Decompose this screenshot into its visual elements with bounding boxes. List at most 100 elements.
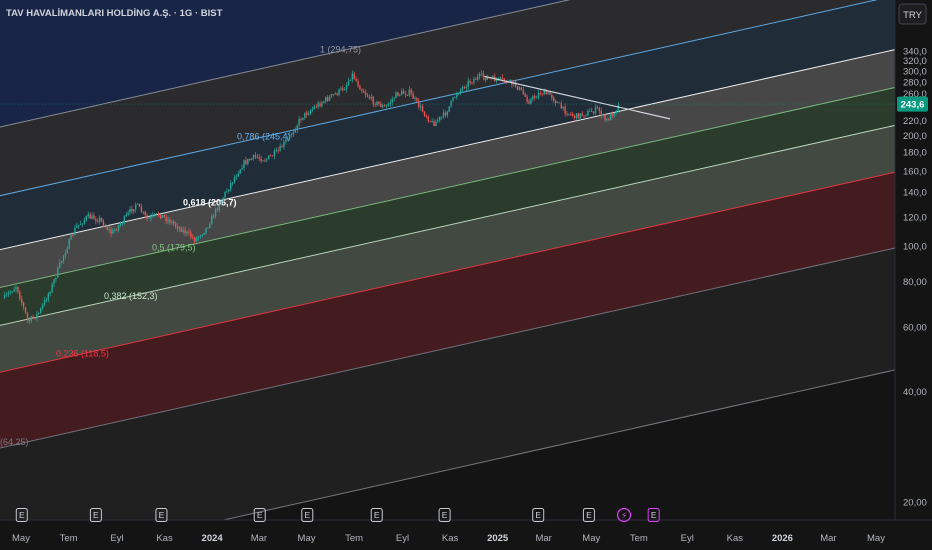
candle-body-179	[344, 89, 346, 91]
candle-body-45	[89, 214, 91, 219]
candle-body-43	[85, 216, 88, 220]
time-tick-3: Kas	[156, 533, 173, 544]
candle-body-19	[40, 308, 42, 313]
candle-body-51	[100, 217, 103, 221]
candle-body-99	[192, 237, 194, 239]
candle-body-40	[79, 223, 82, 225]
time-tick-5: Mar	[251, 533, 267, 544]
candle-body-154	[296, 125, 298, 130]
candle-body-115	[222, 197, 224, 201]
candle-body-177	[340, 88, 342, 90]
candle-body-173	[332, 94, 335, 95]
candle-body-189	[363, 91, 365, 93]
candle-body-262	[501, 77, 504, 79]
candle-body-290	[554, 100, 557, 103]
last-price-badge: 243,6	[897, 96, 928, 112]
candle-body-273	[522, 89, 525, 95]
time-tick-4: 2024	[202, 533, 224, 544]
candle-body-181	[347, 80, 350, 86]
candle-body-65	[127, 212, 129, 215]
candle-body-212	[406, 94, 409, 96]
candle-body-195	[374, 104, 376, 106]
fib-label-0: (64,25)	[0, 437, 29, 447]
candle-body-127	[245, 160, 247, 165]
candle-body-153	[294, 129, 297, 133]
candle-body-37	[74, 227, 76, 236]
candle-body-11	[24, 307, 27, 314]
candle-body-61	[119, 223, 122, 226]
candle-body-22	[45, 299, 48, 301]
candle-body-35	[70, 234, 72, 240]
event-earnings-label-2: E	[159, 510, 165, 520]
time-tick-17: Mar	[820, 533, 836, 544]
candle-body-242	[463, 87, 466, 88]
candle-body-284	[543, 90, 545, 95]
price-tick-280: 280,0	[903, 77, 927, 88]
candle-body-34	[68, 239, 70, 249]
candle-body-136	[262, 160, 264, 162]
price-axis[interactable]: 20,00 40,00 60,00 80,00 100,0 120,0 140,0 160,0…	[894, 0, 932, 550]
candle-body-147	[283, 141, 285, 148]
price-tick-80: 80,00	[903, 277, 927, 288]
fib-label-2: 0,382 (152,3)	[104, 291, 158, 301]
candle-body-187	[359, 85, 361, 90]
candle-body-9	[21, 298, 23, 303]
candle-body-247	[473, 79, 475, 83]
candle-body-64	[125, 214, 127, 217]
candle-body-266	[509, 79, 511, 81]
candle-body-83	[161, 215, 164, 218]
candle-body-119	[230, 183, 232, 190]
candle-body-250	[478, 73, 481, 77]
candle-body-251	[480, 73, 483, 75]
candle-body-116	[224, 192, 226, 198]
candle-body-193	[370, 96, 373, 99]
time-tick-15: Kas	[727, 533, 744, 544]
candle-body-128	[247, 158, 249, 165]
candle-body-89	[173, 221, 175, 224]
candle-body-117	[226, 191, 228, 193]
candle-body-150	[288, 134, 291, 138]
fib-label-3: 0,5 (179,5)	[152, 243, 196, 253]
event-earnings-label-7: E	[535, 510, 541, 520]
time-tick-2: Eyl	[110, 533, 123, 544]
candle-body-163	[313, 106, 316, 109]
candle-body-109	[211, 215, 213, 225]
candle-body-225	[431, 121, 433, 122]
candle-body-76	[148, 218, 150, 219]
candle-body-42	[83, 219, 86, 224]
time-tick-14: Eyl	[681, 533, 694, 544]
candle-body-304	[581, 113, 583, 116]
candle-body-60	[117, 225, 120, 231]
candle-body-95	[184, 229, 186, 234]
event-earnings-label-6: E	[442, 510, 448, 520]
candle-body-283	[541, 94, 544, 95]
candle-body-135	[260, 158, 262, 162]
currency-button[interactable]: TRY	[898, 3, 927, 25]
candle-body-306	[585, 115, 587, 117]
candle-body-201	[385, 105, 388, 107]
candle-body-297	[568, 113, 570, 115]
candle-body-106	[205, 227, 207, 233]
time-axis[interactable]: May Tem Eyl Kas 2024 Mar May Tem Eyl Kas 2025 Mar Ma…	[0, 519, 932, 550]
chart-canvas[interactable]: (64,25) 0,236 (118,5) 0,382 (152,3) 0,5 (17…	[0, 0, 932, 550]
candle-body-206	[395, 92, 397, 99]
chart-title: TAV HAVALİMANLARI HOLDİNG A.Ş. · 1G · BI…	[6, 8, 223, 19]
fib-label-1: 0,236 (118,5)	[56, 349, 109, 359]
candle-body-141	[271, 155, 274, 157]
candle-body-0	[3, 295, 6, 299]
candle-body-140	[269, 155, 272, 157]
candle-body-105	[203, 232, 205, 235]
candle-body-123	[237, 173, 240, 177]
candle-body-112	[216, 208, 219, 211]
candle-body-130	[250, 158, 253, 161]
candle-body-204	[391, 99, 393, 103]
candle-body-80	[155, 213, 158, 215]
event-earnings-label-3: E	[257, 510, 263, 520]
candle-body-74	[144, 211, 146, 216]
candle-body-216	[414, 98, 416, 99]
candle-body-155	[298, 119, 300, 126]
candle-body-159	[306, 112, 308, 115]
candle-body-124	[239, 169, 241, 174]
candle-body-231	[442, 112, 445, 117]
candle-body-227	[435, 121, 437, 127]
